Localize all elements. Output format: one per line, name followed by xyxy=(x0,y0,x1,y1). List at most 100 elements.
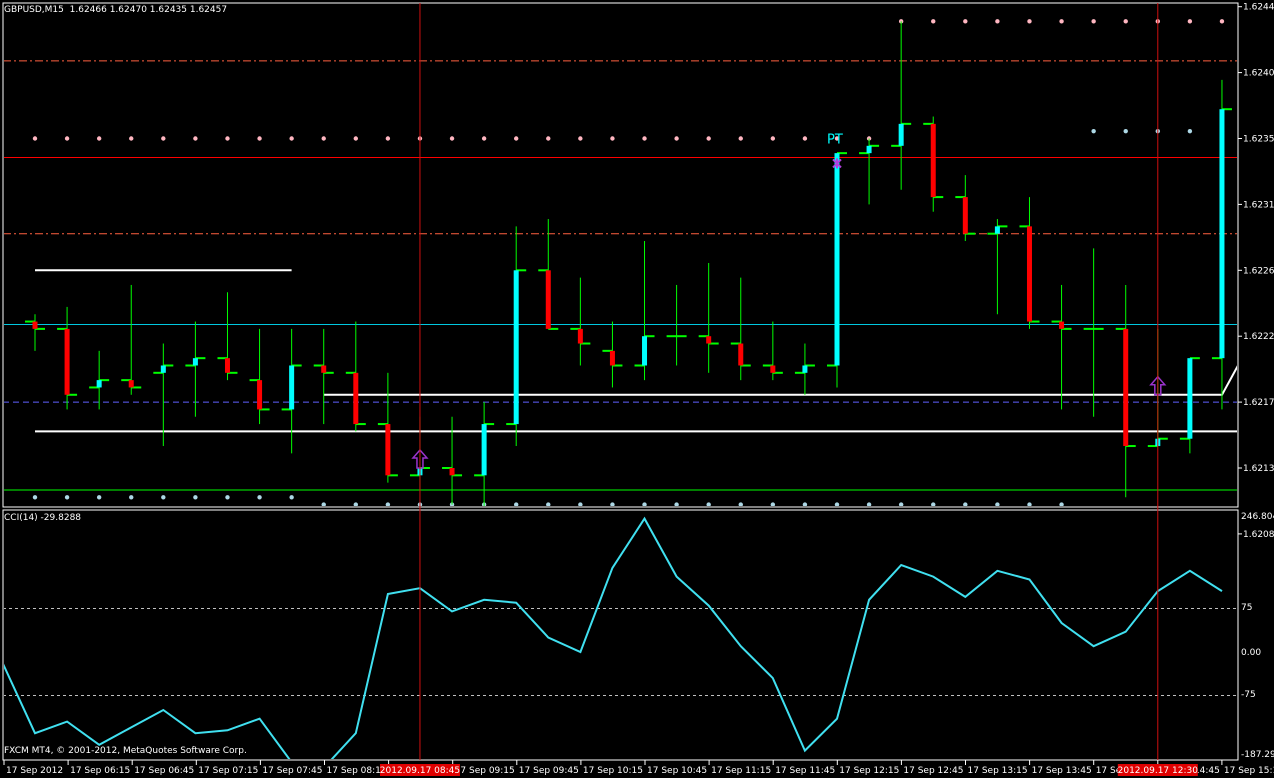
candle-body xyxy=(449,468,455,476)
dot-high xyxy=(706,136,711,141)
cci-axis-label: 246.804 xyxy=(1241,512,1274,522)
ohlc-label: 1.62466 1.62470 1.62435 1.62457 xyxy=(69,5,228,15)
candle-body xyxy=(962,197,968,234)
candle-body xyxy=(192,358,198,366)
dot-low xyxy=(1123,128,1128,134)
candle xyxy=(474,402,495,506)
time-marker-label: 2012.09.17 12:30 xyxy=(1118,766,1199,776)
dot-low xyxy=(610,502,615,506)
dot-high xyxy=(963,19,968,24)
dot-low xyxy=(1187,128,1193,134)
candle-body xyxy=(545,270,551,329)
price-axis-label: 1.62175 xyxy=(1243,398,1274,408)
candle-body xyxy=(994,226,1000,234)
candle-body xyxy=(834,153,840,366)
candle-body xyxy=(289,365,295,410)
candle-body xyxy=(257,380,263,410)
dot-high xyxy=(1219,19,1225,24)
dot-high xyxy=(931,19,936,24)
candle xyxy=(1019,197,1040,329)
candle-body xyxy=(353,372,359,425)
dot-low xyxy=(738,502,743,506)
candle xyxy=(1083,248,1104,417)
dot-high xyxy=(995,19,1000,24)
candle xyxy=(762,321,783,381)
candle-body xyxy=(1219,109,1225,359)
candle xyxy=(1115,284,1136,498)
price-axis-label: 1.62265 xyxy=(1243,266,1274,276)
cci-panel-frame xyxy=(2,509,1239,761)
cci-title: CCI(14) -29.8288 xyxy=(4,513,82,523)
dot-high xyxy=(385,136,391,141)
candle xyxy=(249,328,270,425)
candle xyxy=(1179,357,1200,454)
dot-low xyxy=(353,502,358,506)
dot-high xyxy=(96,136,102,141)
dot-high xyxy=(1059,19,1064,24)
dot-high xyxy=(610,136,615,141)
candle-body xyxy=(642,336,648,366)
time-axis-label: 17 Sep 13:45 xyxy=(1032,766,1092,776)
dot-low xyxy=(706,502,711,506)
candle xyxy=(1211,79,1232,410)
candle xyxy=(89,350,110,410)
dot-low xyxy=(866,502,872,506)
cci-axis-label: 0.00 xyxy=(1241,648,1261,658)
candle xyxy=(57,306,78,410)
time-axis-label: 17 Sep 12:45 xyxy=(903,766,963,776)
chart-window[interactable]: PTPT1.627151.626701.626251.625801.625351… xyxy=(0,0,1274,778)
candle-body xyxy=(706,336,712,344)
candle xyxy=(506,226,527,447)
candle-body xyxy=(898,123,904,146)
price-axis-label: 1.62085 xyxy=(1243,530,1274,540)
dot-high xyxy=(1027,19,1032,24)
candle xyxy=(666,284,687,366)
price-plot-area xyxy=(4,19,1237,506)
dot-low xyxy=(193,495,198,500)
candle-body xyxy=(930,123,936,198)
time-marker-label: 2012.09.17 08:45 xyxy=(380,766,460,776)
dot-low xyxy=(898,502,904,506)
dot-low xyxy=(96,495,102,500)
dot-low xyxy=(1091,128,1096,134)
dot-high xyxy=(449,136,455,141)
dot-high xyxy=(514,136,519,141)
candle-body xyxy=(577,328,583,344)
cci-plot-area xyxy=(4,516,1237,759)
candle-body xyxy=(866,145,872,154)
time-axis-label: 17 Sep 11:15 xyxy=(711,766,771,776)
dot-high xyxy=(1091,19,1096,24)
dot-high xyxy=(193,136,198,141)
cci-axis-label: -187.293 xyxy=(1241,750,1274,760)
dot-high xyxy=(578,136,583,141)
candle-body xyxy=(385,424,391,476)
dot-high xyxy=(321,136,326,141)
dot-low xyxy=(995,502,1000,506)
time-axis-label: 17 Sep 11:45 xyxy=(775,766,835,776)
candle-body xyxy=(1059,321,1065,329)
price-axis-label: 1.62310 xyxy=(1243,200,1274,210)
candle-body xyxy=(64,328,70,395)
candle-body xyxy=(738,343,744,366)
price-axis-label: 1.62130 xyxy=(1243,464,1274,474)
candle-body xyxy=(1123,328,1129,447)
candle xyxy=(442,416,463,505)
dot-high xyxy=(1187,19,1193,24)
symbol-label: GBPUSD,M15 xyxy=(4,5,64,15)
dot-low xyxy=(129,495,134,500)
candle xyxy=(794,343,815,395)
chart-header: GBPUSD,M15 1.62466 1.62470 1.62435 1.624… xyxy=(4,5,227,16)
candle-body xyxy=(128,380,134,388)
candle xyxy=(345,321,366,432)
dot-high xyxy=(32,136,38,141)
dot-high xyxy=(1123,19,1128,24)
dot-low xyxy=(1059,502,1064,506)
dot-high xyxy=(546,136,551,141)
dot-high xyxy=(353,136,358,141)
candle xyxy=(25,314,45,351)
time-axis-label: 17 Sep 06:45 xyxy=(134,766,194,776)
chart-canvas[interactable]: PTPT1.627151.626701.626251.625801.625351… xyxy=(0,0,1274,778)
candle xyxy=(923,116,944,212)
time-axis-label: 17 Sep 09:45 xyxy=(519,766,579,776)
candle xyxy=(859,138,880,205)
